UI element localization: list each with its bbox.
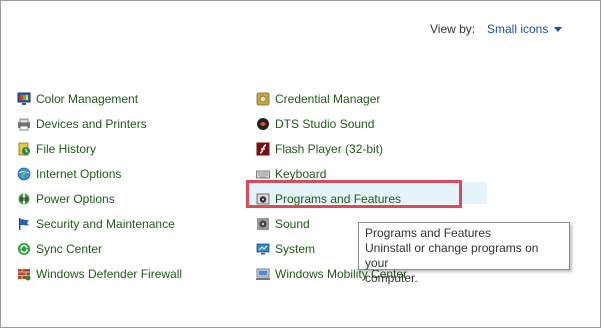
item-label: Color Management	[36, 91, 139, 106]
item-file-history[interactable]: File History	[17, 136, 182, 161]
internet-options-icon	[17, 167, 31, 181]
dts-sound-icon	[256, 117, 270, 131]
power-options-icon	[17, 192, 31, 206]
mobility-center-icon	[256, 267, 270, 281]
item-power-options[interactable]: Power Options	[17, 186, 182, 211]
item-security-maintenance[interactable]: Security and Maintenance	[17, 211, 182, 236]
tooltip-line: Uninstall or change programs on your	[365, 241, 539, 270]
item-credential-manager[interactable]: Credential Manager	[256, 86, 407, 111]
tooltip: Programs and Features Uninstall or chang…	[358, 222, 570, 285]
item-label: Power Options	[36, 191, 115, 206]
red-highlight-box	[246, 180, 462, 208]
item-label: Sound	[275, 216, 310, 231]
item-label: File History	[36, 141, 97, 156]
left-column: Color Management Devices and Printers Fi…	[17, 86, 182, 286]
item-label: Sync Center	[36, 241, 103, 256]
item-dts-studio-sound[interactable]: DTS Studio Sound	[256, 111, 407, 136]
devices-printers-icon	[17, 117, 31, 131]
item-label: Internet Options	[36, 166, 122, 181]
item-devices-printers[interactable]: Devices and Printers	[17, 111, 182, 136]
item-label: Security and Maintenance	[36, 216, 175, 231]
firewall-icon	[17, 267, 31, 281]
sync-center-icon	[17, 242, 31, 256]
item-color-management[interactable]: Color Management	[17, 86, 182, 111]
keyboard-icon	[256, 167, 270, 181]
item-flash-player[interactable]: Flash Player (32-bit)	[256, 136, 407, 161]
item-label: Flash Player (32-bit)	[275, 141, 384, 156]
view-by-dropdown[interactable]: Small icons	[487, 22, 563, 36]
chevron-down-icon	[554, 27, 563, 32]
file-history-icon	[17, 142, 31, 156]
item-label: Devices and Printers	[36, 116, 147, 131]
tooltip-line: computer.	[365, 271, 418, 285]
view-by-value: Small icons	[487, 22, 549, 36]
flash-player-icon	[256, 142, 270, 156]
sound-icon	[256, 217, 270, 231]
item-windows-defender-firewall[interactable]: Windows Defender Firewall	[17, 261, 182, 286]
item-label: Credential Manager	[275, 91, 381, 106]
view-by-label: View by:	[430, 22, 476, 36]
credential-manager-icon	[256, 92, 270, 106]
item-sync-center[interactable]: Sync Center	[17, 236, 182, 261]
item-label: System	[275, 241, 316, 256]
item-label: Keyboard	[275, 166, 327, 181]
color-management-icon	[17, 92, 31, 106]
tooltip-title: Programs and Features	[365, 226, 492, 240]
item-label: DTS Studio Sound	[275, 116, 375, 131]
item-label: Windows Defender Firewall	[36, 266, 183, 281]
item-internet-options[interactable]: Internet Options	[17, 161, 182, 186]
security-flag-icon	[17, 217, 31, 231]
system-icon	[256, 242, 270, 256]
